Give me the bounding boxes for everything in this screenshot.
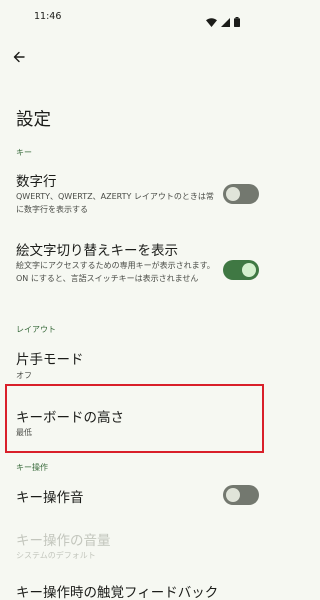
pref-title: キーボードの高さ <box>16 410 124 426</box>
arrow-back-icon <box>13 48 25 67</box>
back-button[interactable] <box>8 46 30 68</box>
pref-title: キー操作時の触覚フィードバック <box>16 585 219 600</box>
pref-title: 数字行 <box>16 174 57 190</box>
toggle-thumb <box>226 187 240 201</box>
pref-title: キー操作の音量 <box>16 533 111 549</box>
pref-emoji-switch-key[interactable]: 絵文字切り替えキーを表示 絵文字にアクセスするための専用キーが表示されます。ON… <box>0 235 270 305</box>
pref-title: 片手モード <box>16 352 84 368</box>
pref-summary: QWERTY、QWERTZ、AZERTY レイアウトのときは常に数字行を表示する <box>16 192 214 214</box>
toggle-thumb <box>242 263 256 277</box>
pref-keyboard-height[interactable]: キーボードの高さ 最低 <box>0 388 270 448</box>
pref-haptic-feedback[interactable]: キー操作時の触覚フィードバック <box>0 578 270 600</box>
status-icons <box>206 12 240 31</box>
pref-key-sound[interactable]: キー操作音 <box>0 480 270 510</box>
pref-summary: 最低 <box>16 428 32 437</box>
pref-summary: オフ <box>16 371 32 380</box>
section-header-key-operation: キー操作 <box>16 463 48 472</box>
status-bar: 11:46 <box>0 0 270 32</box>
battery-icon <box>234 12 240 31</box>
number-row-toggle[interactable] <box>223 184 259 204</box>
pref-summary: システムのデフォルト <box>16 551 96 560</box>
wifi-icon <box>206 12 217 31</box>
key-sound-toggle[interactable] <box>223 485 259 505</box>
toggle-thumb <box>226 488 240 502</box>
section-header-layout: レイアウト <box>16 325 56 334</box>
page-title: 設定 <box>16 110 51 130</box>
pref-title: 絵文字切り替えキーを表示 <box>16 243 178 259</box>
pref-title: キー操作音 <box>16 490 84 506</box>
pref-number-row[interactable]: 数字行 QWERTY、QWERTZ、AZERTY レイアウトのときは常に数字行を… <box>0 166 270 226</box>
pref-one-handed-mode[interactable]: 片手モード オフ <box>0 343 270 383</box>
pref-summary: 絵文字にアクセスするための専用キーが表示されます。ON にすると、言語スイッチキ… <box>16 261 215 283</box>
signal-icon <box>221 12 230 31</box>
section-header-keys: キー <box>16 148 32 157</box>
status-time: 11:46 <box>34 11 62 22</box>
emoji-switch-key-toggle[interactable] <box>223 260 259 280</box>
pref-key-sound-volume: キー操作の音量 システムのデフォルト <box>0 525 270 565</box>
